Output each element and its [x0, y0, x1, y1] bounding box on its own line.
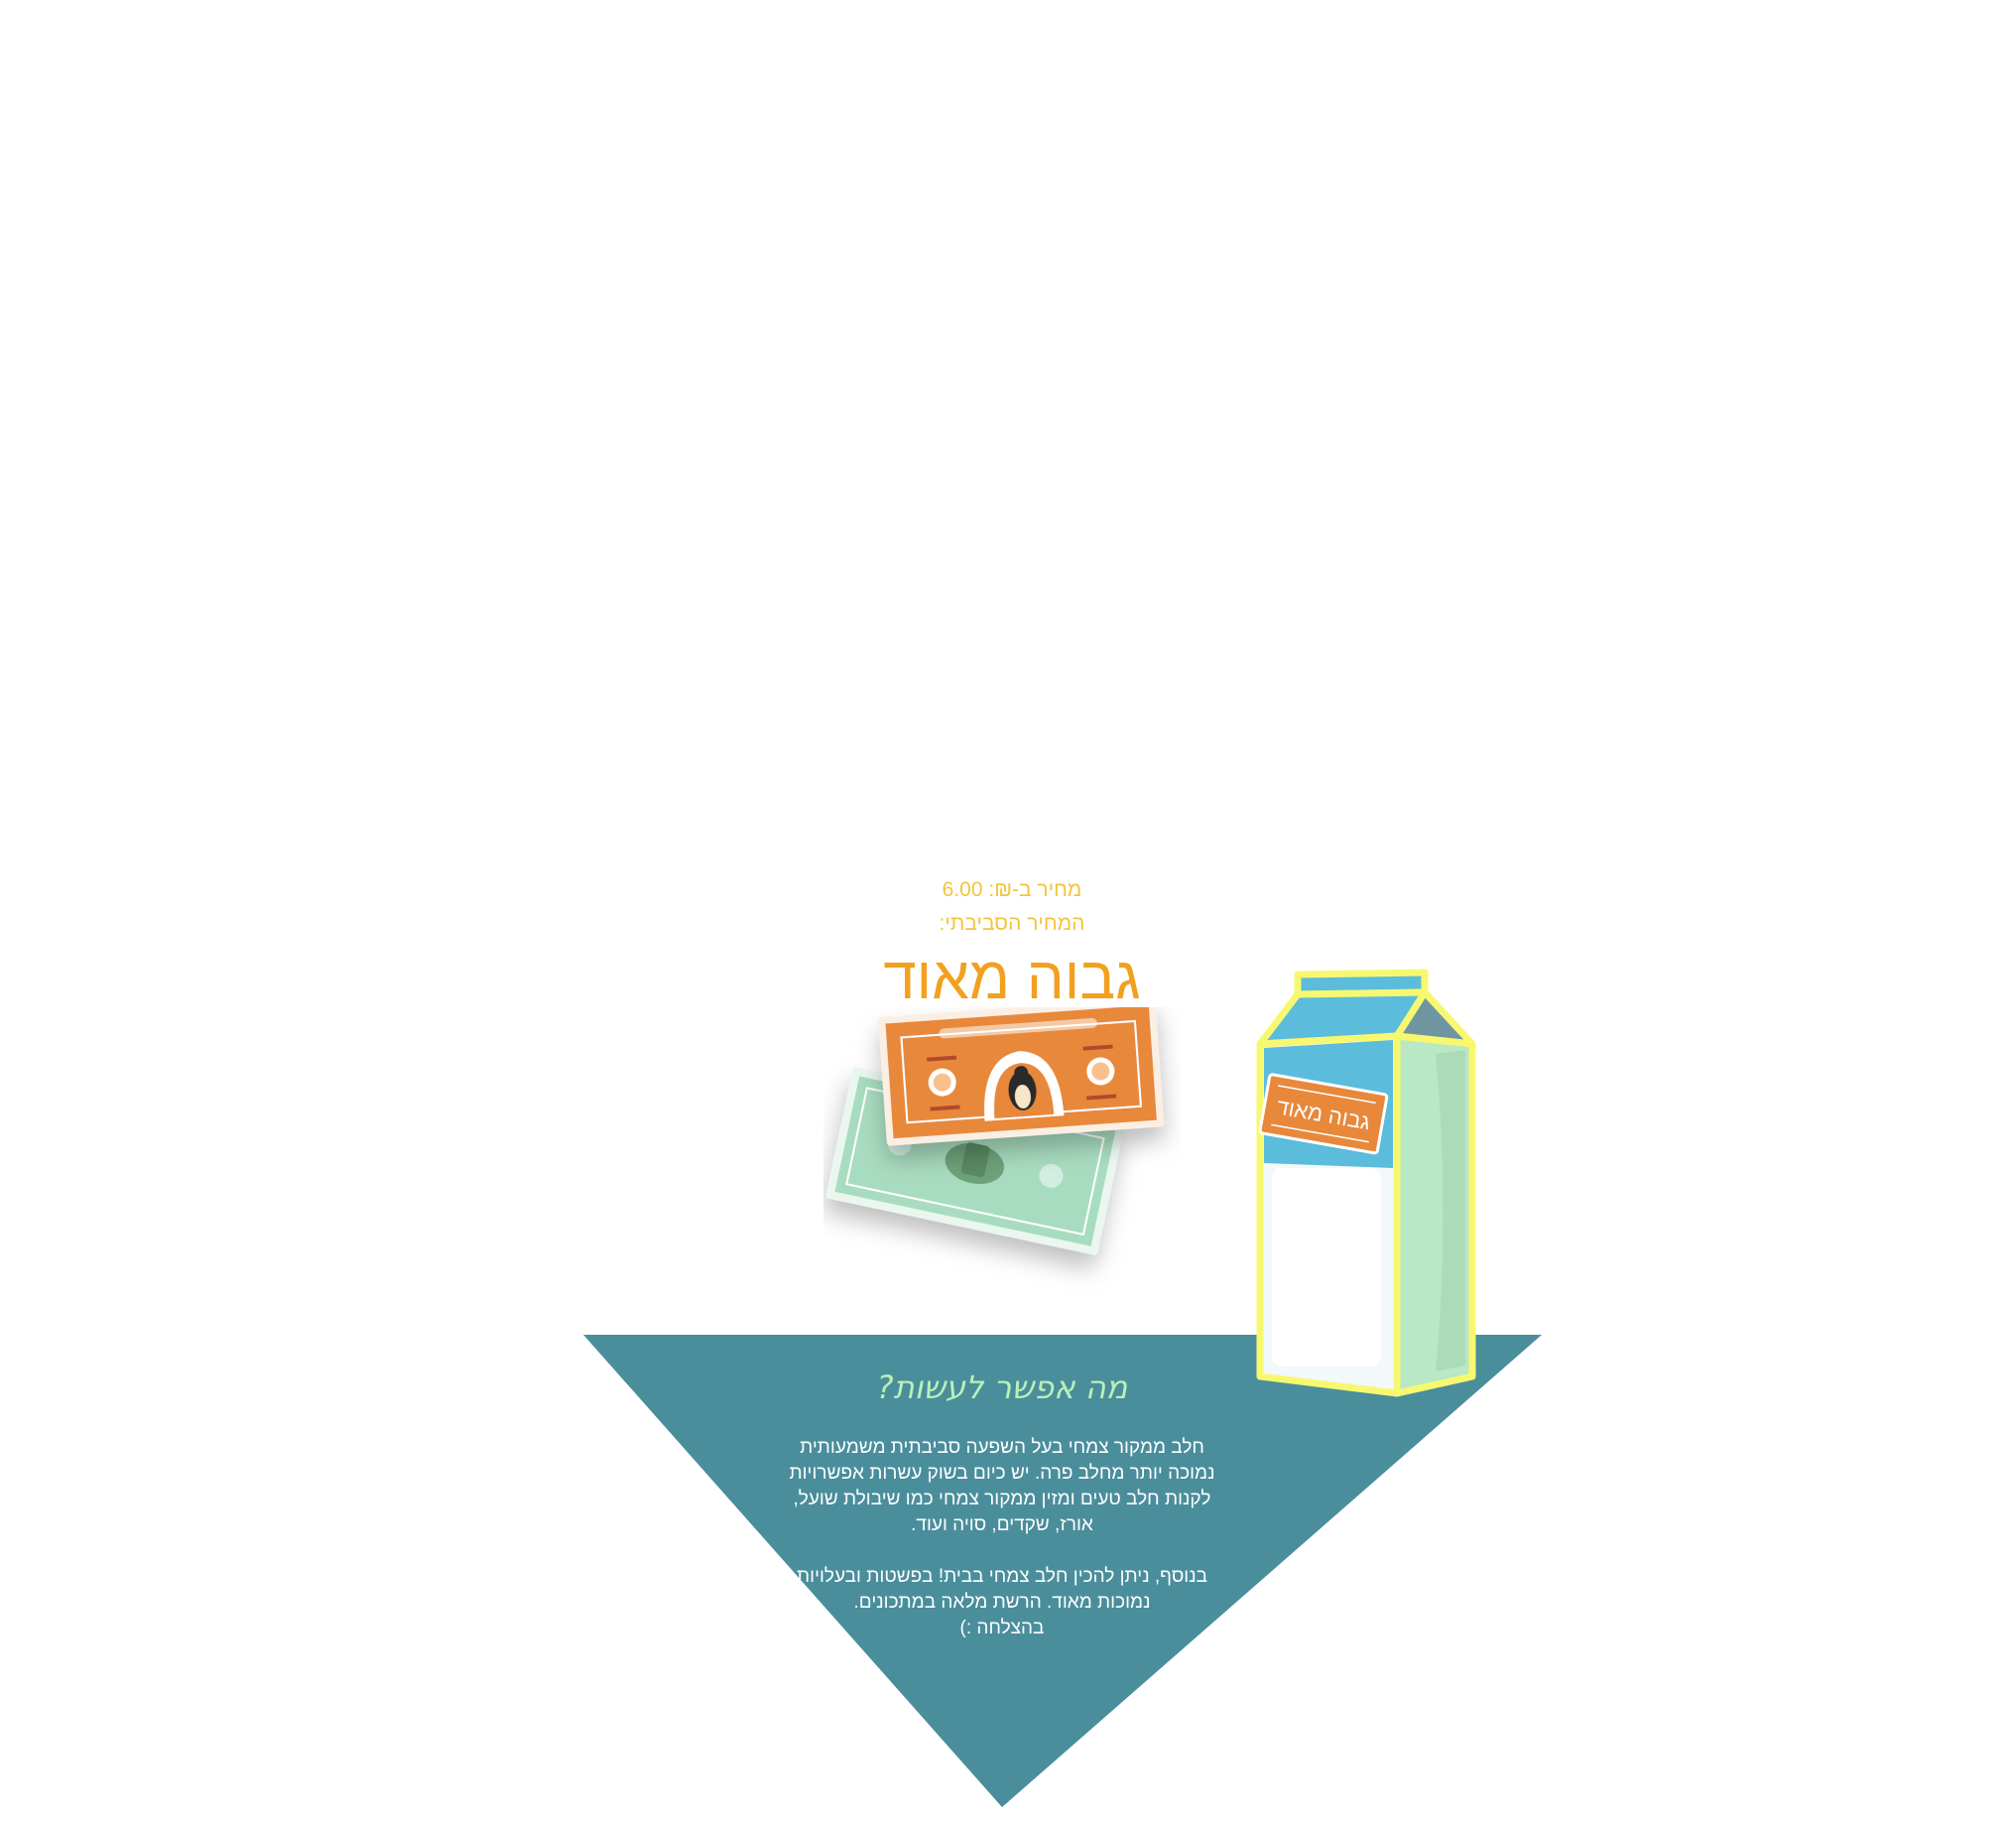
price-label: מחיר ב-₪:: [988, 878, 1082, 901]
price-value: 6.00: [942, 878, 983, 901]
info-content: מה אפשר לעשות? חלב ממקור צמחי בעל השפעה …: [784, 1360, 1220, 1641]
price-block: מחיר ב-₪: 6.00 המחיר הסביבתי: גבוה מאוד: [814, 873, 1210, 1016]
milk-carton-icon: גבוה מאוד: [1256, 969, 1476, 1397]
money-bills-icon: [825, 1007, 1165, 1255]
orange-bill: [878, 1007, 1165, 1146]
environmental-price-value: גבוה מאוד: [883, 945, 1141, 1011]
environmental-price-label: המחיר הסביבתי:: [939, 912, 1085, 935]
info-paragraph-2: בנוסף, ניתן להכין חלב צמחי בבית! בפשטות …: [797, 1566, 1207, 1613]
price-line: מחיר ב-₪: 6.00: [814, 873, 1210, 907]
info-heading: מה אפשר לעשות?: [876, 1369, 1128, 1406]
info-signoff: בהצלחה :): [959, 1618, 1045, 1638]
info-paragraph-1: חלב ממקור צמחי בעל השפעה סביבתית משמעותי…: [789, 1437, 1215, 1535]
